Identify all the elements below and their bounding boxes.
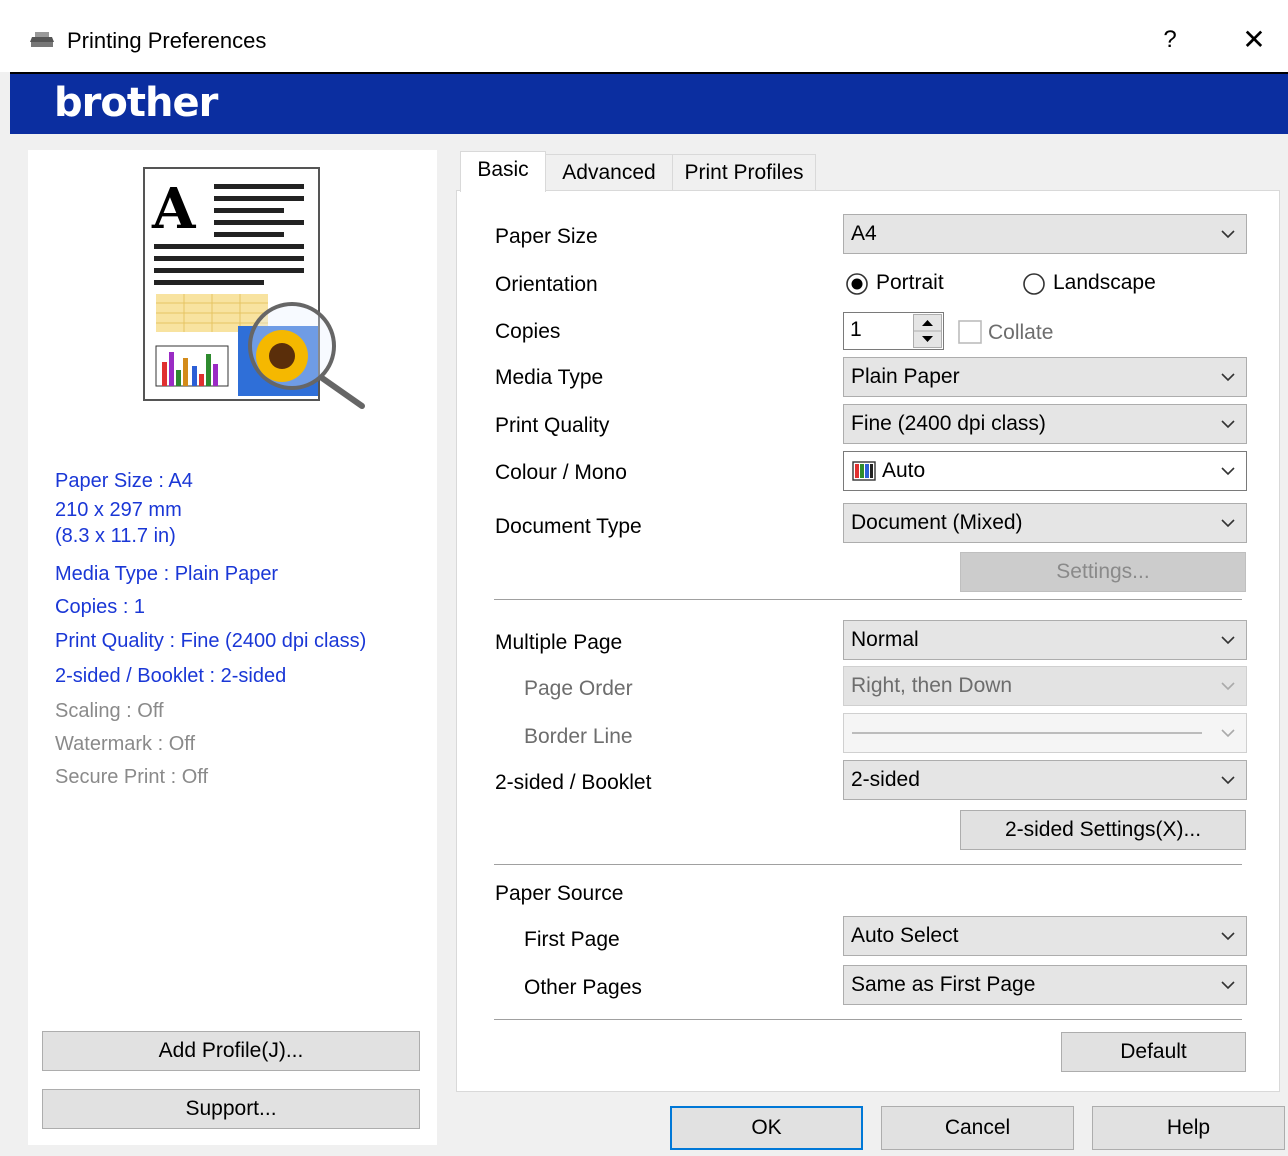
chevron-down-icon: [1221, 467, 1235, 476]
chevron-down-icon: [1221, 636, 1235, 645]
other-pages-value: Same as First Page: [851, 973, 1036, 996]
separator: [494, 1019, 1242, 1021]
print-quality-label: Print Quality: [495, 414, 610, 437]
border-line-select[interactable]: [843, 713, 1247, 753]
add-profile-button[interactable]: Add Profile(J)...: [42, 1031, 420, 1071]
close-icon[interactable]: ✕: [1236, 22, 1272, 58]
summary-watermark: Watermark : Off: [55, 733, 196, 755]
default-button[interactable]: Default: [1061, 1032, 1246, 1072]
colour-mono-select[interactable]: Auto: [843, 451, 1247, 491]
summary-copies: Copies : 1: [55, 596, 146, 618]
print-quality-value: Fine (2400 dpi class): [851, 412, 1046, 435]
chevron-down-icon: [1221, 981, 1235, 990]
paper-size-select[interactable]: A4: [843, 214, 1247, 254]
copies-stepper[interactable]: [913, 314, 942, 348]
border-line-label: Border Line: [524, 725, 633, 748]
two-sided-label: 2-sided / Booklet: [495, 771, 652, 794]
chevron-down-icon: [1221, 776, 1235, 785]
summary-secure-print: Secure Print : Off: [55, 766, 209, 788]
summary-two-sided: 2-sided / Booklet : 2-sided: [55, 665, 287, 687]
paper-size-label: Paper Size: [495, 225, 598, 248]
summary-print-quality: Print Quality : Fine (2400 dpi class): [55, 630, 367, 652]
document-type-label: Document Type: [495, 515, 642, 538]
support-button[interactable]: Support...: [42, 1089, 420, 1129]
other-pages-select[interactable]: Same as First Page: [843, 965, 1247, 1005]
media-type-label: Media Type: [495, 366, 604, 389]
separator: [494, 864, 1242, 866]
summary-media-type: Media Type : Plain Paper: [55, 563, 279, 585]
chevron-down-icon: [1221, 682, 1235, 691]
multiple-page-value: Normal: [851, 628, 919, 651]
two-sided-value: 2-sided: [851, 768, 920, 791]
document-type-select[interactable]: Document (Mixed): [843, 503, 1247, 543]
landscape-radio[interactable]: [1022, 272, 1046, 296]
cancel-button[interactable]: Cancel: [881, 1106, 1074, 1150]
media-type-select[interactable]: Plain Paper: [843, 357, 1247, 397]
svg-text:A: A: [151, 176, 197, 242]
chevron-down-icon: [1221, 230, 1235, 239]
tab-basic[interactable]: Basic: [460, 151, 546, 192]
first-page-label: First Page: [524, 928, 620, 951]
two-sided-select[interactable]: 2-sided: [843, 760, 1247, 800]
paper-source-label: Paper Source: [495, 882, 624, 905]
media-type-value: Plain Paper: [851, 365, 960, 388]
multiple-page-label: Multiple Page: [495, 631, 623, 654]
chevron-down-icon: [1221, 519, 1235, 528]
help-title-button[interactable]: ?: [1152, 22, 1188, 58]
multiple-page-select[interactable]: Normal: [843, 620, 1247, 660]
chevron-down-icon: [1221, 729, 1235, 738]
page-preview-image: A: [143, 167, 365, 409]
window-title: Printing Preferences: [67, 28, 267, 53]
printer-icon: [30, 32, 54, 47]
document-type-value: Document (Mixed): [851, 511, 1023, 534]
summary-paper-dimensions-mm: 210 x 297 mm: [55, 499, 182, 521]
summary-paper-dimensions-in: (8.3 x 11.7 in): [55, 525, 176, 547]
page-order-value: Right, then Down: [851, 674, 1013, 697]
chevron-down-icon: [1221, 373, 1235, 382]
help-button[interactable]: Help: [1092, 1106, 1285, 1150]
copies-label: Copies: [495, 320, 561, 343]
separator: [494, 599, 1242, 601]
collate-checkbox[interactable]: [958, 320, 982, 344]
summary-paper-size: Paper Size : A4: [55, 470, 193, 492]
ok-button[interactable]: OK: [670, 1106, 863, 1150]
copies-value: 1: [850, 318, 862, 341]
border-line-sample: [852, 732, 1202, 734]
first-page-select[interactable]: Auto Select: [843, 916, 1247, 956]
collate-label[interactable]: Collate: [988, 321, 1053, 345]
document-settings-button[interactable]: Settings...: [960, 552, 1246, 592]
portrait-label[interactable]: Portrait: [876, 271, 944, 295]
landscape-label[interactable]: Landscape: [1053, 271, 1156, 295]
colour-bars-icon: [852, 461, 876, 481]
first-page-value: Auto Select: [851, 924, 959, 947]
print-quality-select[interactable]: Fine (2400 dpi class): [843, 404, 1247, 444]
chevron-down-icon: [1221, 932, 1235, 941]
two-sided-settings-button[interactable]: 2-sided Settings(X)...: [960, 810, 1246, 850]
paper-size-value: A4: [851, 222, 877, 245]
portrait-radio[interactable]: [845, 272, 869, 296]
summary-scaling: Scaling : Off: [55, 700, 164, 722]
other-pages-label: Other Pages: [524, 976, 642, 999]
orientation-label: Orientation: [495, 273, 598, 296]
chevron-down-icon: [1221, 420, 1235, 429]
page-order-select[interactable]: Right, then Down: [843, 666, 1247, 706]
colour-mono-label: Colour / Mono: [495, 461, 627, 484]
brand-banner: brother: [10, 72, 1288, 134]
tab-advanced[interactable]: Advanced: [545, 154, 673, 191]
page-order-label: Page Order: [524, 677, 633, 700]
title-bar: Printing Preferences ? ✕: [0, 0, 1288, 72]
colour-mono-value: Auto: [882, 459, 926, 482]
brother-logo: brother: [54, 80, 218, 126]
tab-print-profiles[interactable]: Print Profiles: [672, 154, 816, 191]
summary-panel: A Paper Size : A4 210 x 297 mm (8.3 x 11…: [28, 150, 437, 1145]
